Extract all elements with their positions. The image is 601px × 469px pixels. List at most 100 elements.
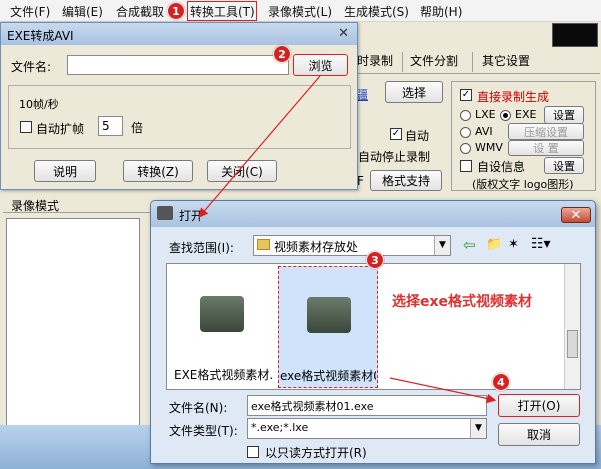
- vertical-scrollbar[interactable]: [564, 264, 580, 389]
- step-marker-1: 1: [167, 2, 185, 20]
- file-item-label: EXE格式视频素材.: [174, 368, 274, 382]
- lookin-value: 视频素材存放处: [274, 240, 359, 254]
- lookin-combobox[interactable]: 视频素材存放处 ▼: [253, 235, 451, 256]
- select-button[interactable]: 选择: [385, 81, 443, 103]
- menu-help[interactable]: 帮助(H): [420, 3, 462, 20]
- close-label: 关闭(C): [221, 164, 263, 179]
- convert-label: 转换(Z): [137, 164, 179, 179]
- filename-input[interactable]: [67, 55, 289, 75]
- view-menu-icon[interactable]: ☷▾: [531, 236, 551, 252]
- video-camera-icon: [307, 297, 351, 333]
- scrollbar-thumb[interactable]: [567, 330, 578, 358]
- recording-mode-label: 录像模式: [11, 199, 60, 213]
- exe-label: EXE: [515, 108, 537, 121]
- help-button[interactable]: 说明: [34, 160, 96, 182]
- radio-exe[interactable]: [500, 110, 511, 121]
- direct-gen-label: 直接录制生成: [477, 90, 550, 104]
- close-button[interactable]: 关闭(C): [207, 160, 277, 182]
- menu-compose[interactable]: 合成截取: [116, 3, 164, 20]
- file-list-pane[interactable]: EXE格式视频素材. exe格式视频素材01. 选择exe格式视频素材: [166, 263, 581, 390]
- exe-to-avi-dialog: EXE转成AVI ✕ 文件名: 浏览 10帧/秒 自动扩帧 5 倍 说明 转换(…: [0, 22, 358, 190]
- open-dialog-close-button[interactable]: ✕: [561, 207, 591, 223]
- select-annotation: 选择exe格式视频素材: [392, 294, 533, 310]
- menu-file[interactable]: 文件(F): [10, 3, 50, 20]
- custom-info-settings-label: 设置: [553, 159, 575, 173]
- auto-checkbox[interactable]: ✓: [390, 128, 402, 140]
- radio-lxe[interactable]: [460, 110, 471, 121]
- cancel-label: 取消: [526, 428, 551, 442]
- tab-file-split[interactable]: 文件分割: [410, 52, 458, 72]
- menu-bar: 文件(F) 编辑(E) 合成截取 转换工具(T) 录像模式(L) 生成模式(S)…: [0, 0, 601, 22]
- expand-value: 5: [102, 119, 110, 133]
- auto-stop-label: 自动停止录制: [358, 150, 431, 164]
- filename-label: 文件名:: [11, 60, 52, 74]
- up-folder-icon[interactable]: 📁: [486, 237, 502, 252]
- close-icon: ✕: [570, 207, 582, 223]
- recording-mode-header: 录像模式: [3, 195, 151, 213]
- chevron-down-icon[interactable]: ▼: [434, 236, 450, 255]
- open-button[interactable]: 打开(O): [498, 394, 580, 417]
- select-button-label: 选择: [401, 85, 426, 100]
- open-filename-label: 文件名(N):: [169, 401, 228, 415]
- filetype-label: 文件类型(T):: [169, 424, 238, 438]
- open-dialog-titlebar: 打开 ✕: [151, 201, 595, 227]
- convert-button[interactable]: 转换(Z): [123, 160, 193, 182]
- file-item-selected[interactable]: exe格式视频素材01.: [278, 266, 378, 388]
- tab-other-settings[interactable]: 其它设置: [482, 52, 530, 72]
- recording-mode-list[interactable]: [6, 218, 140, 458]
- lxe-label: LXE: [475, 108, 496, 121]
- open-filename-value: exe格式视频素材01.exe: [251, 400, 374, 413]
- compress-settings-button[interactable]: 压缩设置: [508, 123, 584, 140]
- wmv-settings-button[interactable]: 设 置: [508, 140, 584, 156]
- exe-settings-button[interactable]: 设置: [544, 106, 584, 124]
- auto-label: 自动: [405, 129, 430, 143]
- auto-expand-checkbox[interactable]: [20, 121, 32, 133]
- step-marker-3: 3: [366, 251, 384, 269]
- open-file-dialog: 打开 ✕ 查找范围(I): 视频素材存放处 ▼ ⇦ 📁 ✶ ☷▾ EXE格式视频…: [150, 200, 596, 464]
- exe-settings-label: 设置: [553, 109, 575, 122]
- tab-divider: [402, 52, 403, 72]
- exe-dialog-titlebar: EXE转成AVI ✕: [1, 23, 357, 45]
- radio-avi[interactable]: [460, 127, 471, 138]
- format-support-label: 格式支持: [381, 174, 430, 188]
- convert-tools-highlight: [187, 1, 257, 21]
- avi-label: AVI: [475, 125, 493, 138]
- menu-record-mode[interactable]: 录像模式(L): [268, 3, 332, 20]
- folder-icon: [257, 239, 270, 250]
- expand-input[interactable]: 5: [98, 116, 123, 136]
- close-icon[interactable]: ✕: [338, 26, 349, 41]
- multiplier-label: 倍: [131, 121, 144, 135]
- radio-wmv[interactable]: [460, 143, 471, 154]
- filetype-value: *.exe;*.lxe: [251, 421, 309, 434]
- custom-info-settings-button[interactable]: 设置: [544, 157, 584, 174]
- camera-app-icon: [157, 206, 173, 220]
- wmv-label: WMV: [475, 141, 503, 154]
- menu-edit[interactable]: 编辑(E): [62, 3, 103, 20]
- tab-divider: [472, 52, 473, 72]
- file-item[interactable]: EXE格式视频素材.: [172, 268, 274, 386]
- back-icon[interactable]: ⇦: [463, 236, 476, 254]
- readonly-checkbox[interactable]: [247, 446, 259, 458]
- cancel-button[interactable]: 取消: [498, 423, 580, 446]
- step-marker-2: 2: [273, 45, 291, 63]
- exe-dialog-title: EXE转成AVI: [7, 29, 74, 43]
- lookin-label: 查找范围(I):: [169, 241, 234, 255]
- new-folder-icon[interactable]: ✶: [508, 237, 519, 252]
- fps-group: [8, 85, 351, 149]
- format-support-button[interactable]: 格式支持: [370, 170, 442, 191]
- open-filename-input[interactable]: exe格式视频素材01.exe: [247, 395, 487, 416]
- step-marker-4: 4: [492, 373, 510, 391]
- tab-timed-record[interactable]: 时录制: [357, 52, 393, 72]
- custom-info-checkbox[interactable]: [460, 160, 472, 172]
- filetype-combobox[interactable]: *.exe;*.lxe ▼: [247, 418, 487, 439]
- format-prefix: F: [357, 174, 364, 188]
- help-label: 说明: [52, 164, 77, 179]
- browse-label: 浏览: [308, 58, 333, 73]
- file-item-label: exe格式视频素材01.: [280, 369, 376, 383]
- direct-gen-checkbox[interactable]: ✓: [460, 89, 472, 101]
- wmv-settings-label: 设 置: [533, 142, 559, 155]
- browse-button[interactable]: 浏览: [293, 54, 348, 76]
- menu-generate-mode[interactable]: 生成模式(S): [344, 3, 409, 20]
- chevron-down-icon[interactable]: ▼: [470, 419, 486, 438]
- fps-label: 10帧/秒: [19, 98, 59, 111]
